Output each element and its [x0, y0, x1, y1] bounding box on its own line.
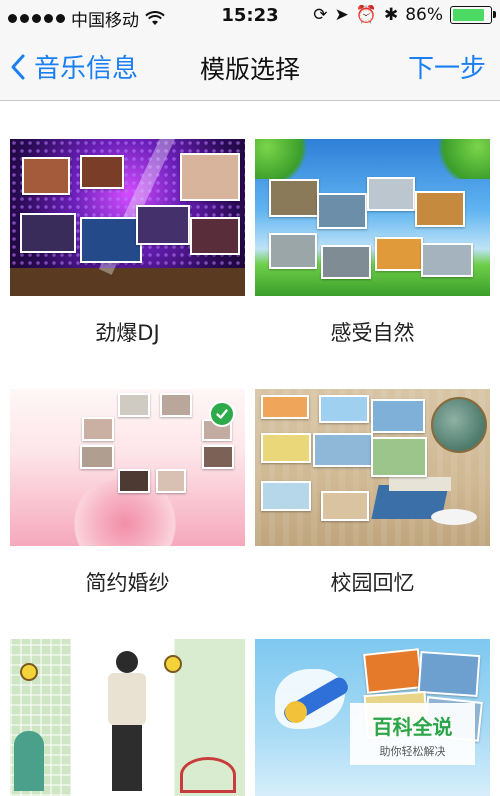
alarm-icon: ⏰: [355, 5, 377, 25]
selected-check-icon: [209, 401, 235, 427]
battery-fill: [453, 9, 484, 21]
template-thumbnail[interactable]: [10, 389, 245, 546]
template-label: 劲爆DJ: [95, 321, 160, 345]
template-label: 校园回忆: [330, 571, 415, 595]
watermark-title: 百科全说: [372, 715, 453, 739]
navigation-bar: 音乐信息 模版选择 下一步: [0, 34, 500, 101]
template-thumbnail[interactable]: [10, 639, 245, 796]
template-label: 简约婚纱: [85, 571, 170, 595]
status-bar: 中国移动 15:23 ⟳ ➤ ⏰ ✱ 86%: [0, 0, 500, 34]
rotation-lock-icon: ⟳: [313, 5, 328, 25]
template-thumbnail[interactable]: [10, 139, 245, 296]
watermark-logo: 百科全说 助你轻松解决: [350, 703, 475, 765]
next-button[interactable]: 下一步: [408, 48, 486, 85]
template-thumbnail[interactable]: [255, 139, 490, 296]
template-label: 感受自然: [330, 321, 415, 345]
template-thumbnail[interactable]: [255, 389, 490, 546]
battery-percent: 86%: [405, 5, 443, 25]
location-icon: ➤: [334, 5, 349, 25]
battery-icon: [450, 6, 496, 24]
watermark-subtitle: 助你轻松解决: [379, 745, 446, 758]
bluetooth-icon: ✱: [383, 5, 399, 25]
